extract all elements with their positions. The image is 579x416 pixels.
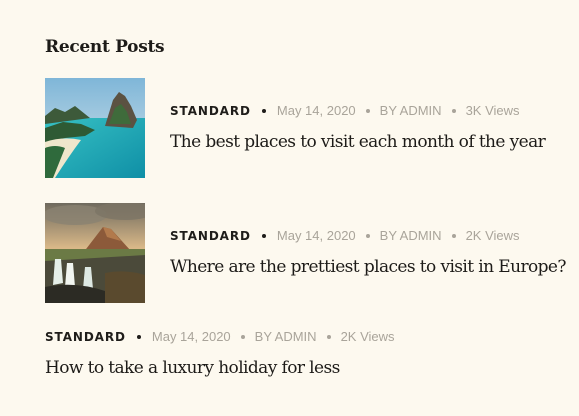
mountain-waterfall-thumbnail — [45, 203, 145, 303]
post-meta: STANDARD May 14, 2020 BY ADMIN 2K Views — [45, 329, 395, 345]
post-date: May 14, 2020 — [276, 103, 356, 118]
post-author-link[interactable]: BY ADMIN — [255, 329, 317, 345]
meta-separator — [240, 335, 245, 339]
post-thumbnail-link[interactable] — [45, 203, 145, 303]
post-views: 2K Views — [465, 228, 520, 243]
meta-separator — [136, 335, 141, 339]
recent-posts-widget: Recent Posts STANDARD May 14, 2020 BY AD… — [45, 34, 566, 378]
post-category-link[interactable]: STANDARD — [170, 103, 251, 119]
recent-post-item: STANDARD May 14, 2020 BY ADMIN 3K Views … — [45, 78, 546, 178]
post-title-link[interactable]: The best places to visit each month of t… — [170, 131, 546, 153]
post-body: STANDARD May 14, 2020 BY ADMIN 2K Views … — [45, 329, 395, 379]
post-thumbnail-link[interactable] — [45, 78, 145, 178]
post-views: 2K Views — [340, 329, 395, 344]
recent-post-item: STANDARD May 14, 2020 BY ADMIN 2K Views … — [45, 329, 395, 379]
post-title-link[interactable]: Where are the prettiest places to visit … — [170, 256, 566, 278]
post-author-link[interactable]: BY ADMIN — [380, 103, 442, 119]
meta-separator — [326, 335, 331, 339]
meta-separator — [365, 109, 370, 113]
meta-separator — [261, 109, 266, 113]
meta-separator — [451, 109, 456, 113]
post-author-link[interactable]: BY ADMIN — [380, 228, 442, 244]
meta-separator — [261, 234, 266, 238]
post-body: STANDARD May 14, 2020 BY ADMIN 3K Views … — [170, 103, 546, 153]
post-body: STANDARD May 14, 2020 BY ADMIN 2K Views … — [170, 228, 566, 278]
post-title-link[interactable]: How to take a luxury holiday for less — [45, 357, 395, 379]
post-category-link[interactable]: STANDARD — [170, 228, 251, 244]
post-meta: STANDARD May 14, 2020 BY ADMIN 3K Views — [170, 103, 545, 119]
post-category-link[interactable]: STANDARD — [45, 329, 126, 345]
post-date: May 14, 2020 — [151, 329, 231, 344]
meta-separator — [451, 234, 456, 238]
recent-post-item: STANDARD May 14, 2020 BY ADMIN 2K Views … — [45, 203, 566, 303]
post-meta: STANDARD May 14, 2020 BY ADMIN 2K Views — [170, 228, 566, 244]
widget-title: Recent Posts — [45, 37, 165, 57]
post-date: May 14, 2020 — [276, 228, 356, 243]
meta-separator — [365, 234, 370, 238]
tropical-island-thumbnail — [45, 78, 145, 178]
post-views: 3K Views — [465, 103, 520, 118]
